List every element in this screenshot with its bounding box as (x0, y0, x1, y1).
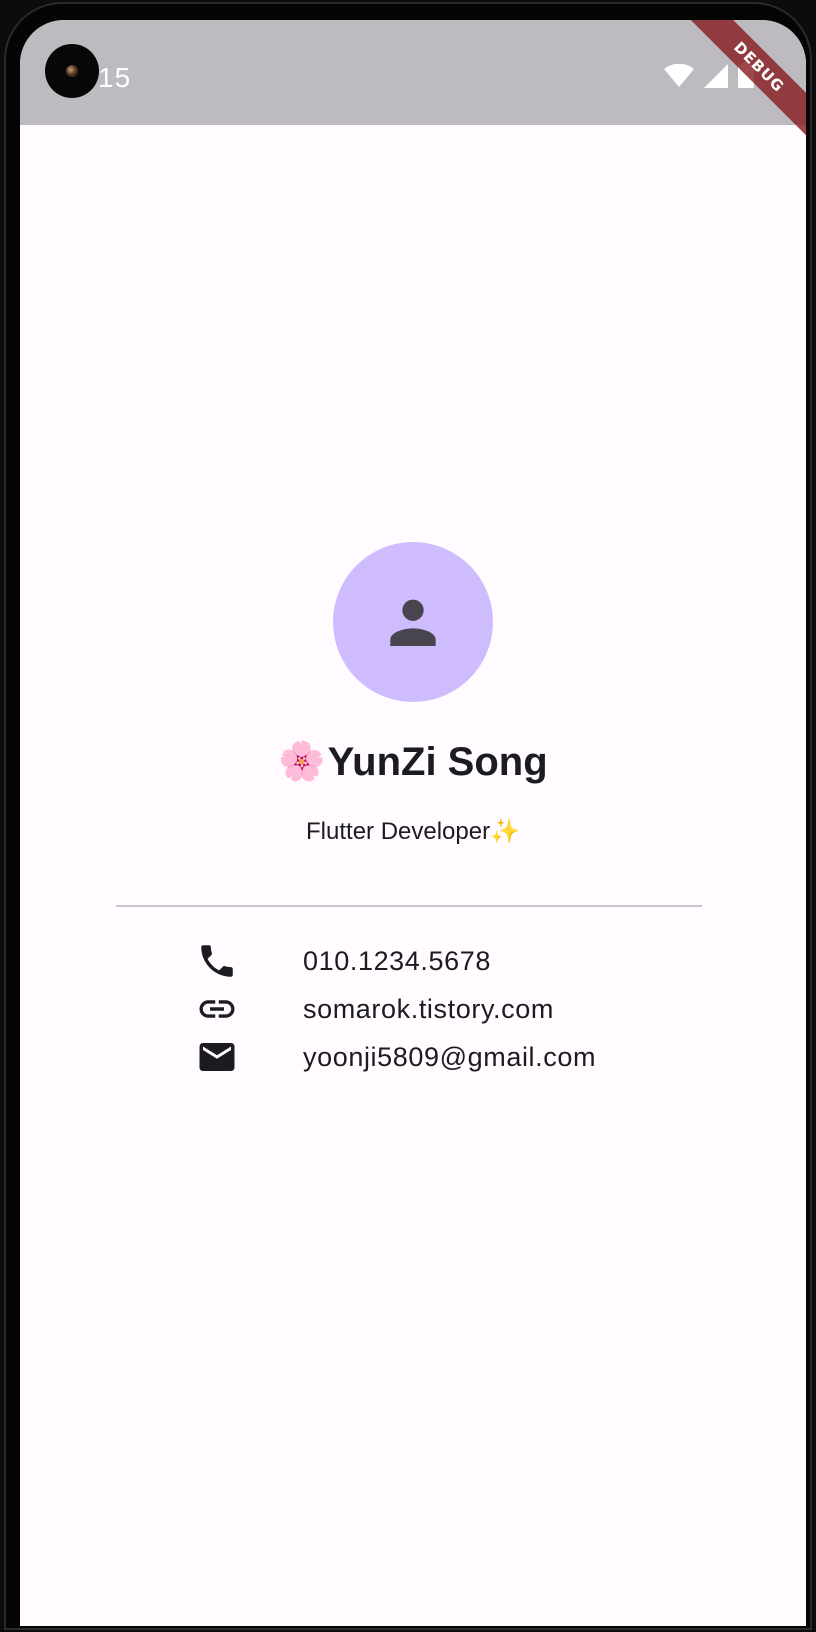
contact-phone-text: 010.1234.5678 (303, 946, 491, 976)
status-bar: 15 DEBUG (20, 20, 806, 145)
name-row: 🌸 YunZi Song (20, 734, 806, 790)
app-screen: 15 DEBUG 🌸 YunZi Song Flutter Developer … (20, 20, 806, 1626)
link-icon (199, 1000, 235, 1018)
sparkles-emoji: ✨ (490, 818, 520, 845)
contact-link-text: somarok.tistory.com (303, 994, 554, 1024)
contact-email-text: yoonji5809@gmail.com (303, 1042, 597, 1072)
phone-icon (201, 945, 233, 977)
camera-cutout (45, 44, 99, 98)
profile-role: Flutter Developer (306, 818, 491, 845)
profile-name: YunZi Song (327, 740, 548, 784)
contact-row-phone[interactable]: 010.1234.5678 (20, 938, 806, 984)
email-icon (199, 1043, 235, 1071)
camera-lens (66, 65, 78, 77)
wifi-icon (664, 64, 694, 87)
person-icon (390, 599, 436, 646)
status-time: 15 (98, 62, 132, 93)
contact-row-email[interactable]: yoonji5809@gmail.com (20, 1034, 806, 1080)
divider (116, 905, 702, 907)
cellular-signal-icon (704, 64, 728, 88)
contact-row-link[interactable]: somarok.tistory.com (20, 986, 806, 1032)
cherry-blossom-emoji: 🌸 (278, 741, 326, 783)
role-row: Flutter Developer ✨ (20, 812, 806, 852)
device-frame: 15 DEBUG 🌸 YunZi Song Flutter Developer … (0, 0, 816, 1632)
avatar (333, 542, 493, 702)
